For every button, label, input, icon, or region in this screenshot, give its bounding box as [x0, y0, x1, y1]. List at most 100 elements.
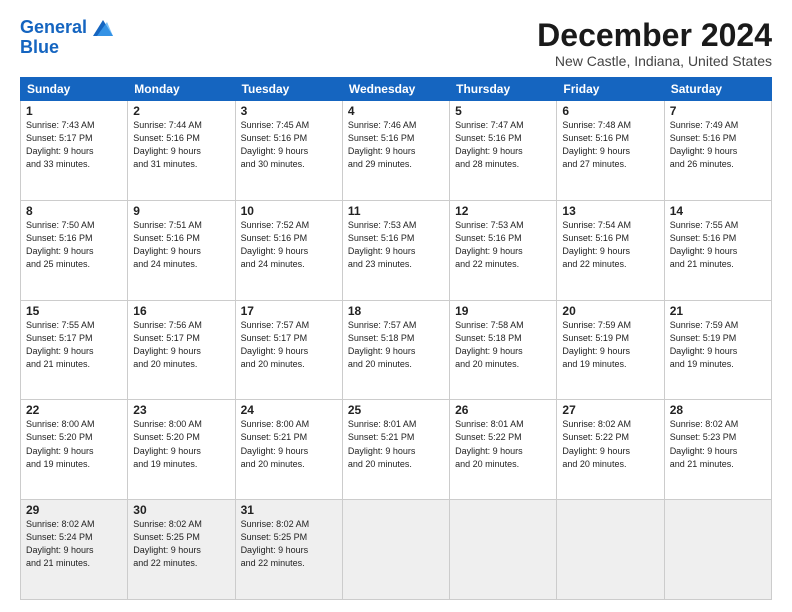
day-info: Sunrise: 7:57 AM Sunset: 5:17 PM Dayligh… — [241, 319, 337, 371]
header: General Blue December 2024 New Castle, I… — [20, 18, 772, 69]
day-number: 16 — [133, 304, 229, 318]
calendar-week-2: 8Sunrise: 7:50 AM Sunset: 5:16 PM Daylig… — [21, 200, 772, 300]
day-info: Sunrise: 7:49 AM Sunset: 5:16 PM Dayligh… — [670, 119, 766, 171]
day-number: 23 — [133, 403, 229, 417]
day-info: Sunrise: 7:47 AM Sunset: 5:16 PM Dayligh… — [455, 119, 551, 171]
calendar-cell: 2Sunrise: 7:44 AM Sunset: 5:16 PM Daylig… — [128, 101, 235, 201]
calendar-table: SundayMondayTuesdayWednesdayThursdayFrid… — [20, 77, 772, 600]
title-block: December 2024 New Castle, Indiana, Unite… — [537, 18, 772, 69]
calendar-cell: 21Sunrise: 7:59 AM Sunset: 5:19 PM Dayli… — [664, 300, 771, 400]
calendar-cell: 22Sunrise: 8:00 AM Sunset: 5:20 PM Dayli… — [21, 400, 128, 500]
logo-icon — [93, 20, 113, 36]
day-number: 4 — [348, 104, 444, 118]
day-info: Sunrise: 7:55 AM Sunset: 5:16 PM Dayligh… — [670, 219, 766, 271]
day-info: Sunrise: 8:02 AM Sunset: 5:25 PM Dayligh… — [133, 518, 229, 570]
calendar-cell: 9Sunrise: 7:51 AM Sunset: 5:16 PM Daylig… — [128, 200, 235, 300]
day-number: 24 — [241, 403, 337, 417]
day-info: Sunrise: 7:43 AM Sunset: 5:17 PM Dayligh… — [26, 119, 122, 171]
calendar-cell: 15Sunrise: 7:55 AM Sunset: 5:17 PM Dayli… — [21, 300, 128, 400]
day-info: Sunrise: 7:45 AM Sunset: 5:16 PM Dayligh… — [241, 119, 337, 171]
day-number: 27 — [562, 403, 658, 417]
calendar-cell: 12Sunrise: 7:53 AM Sunset: 5:16 PM Dayli… — [450, 200, 557, 300]
day-number: 17 — [241, 304, 337, 318]
calendar-cell: 5Sunrise: 7:47 AM Sunset: 5:16 PM Daylig… — [450, 101, 557, 201]
weekday-header-thursday: Thursday — [450, 78, 557, 101]
weekday-header-friday: Friday — [557, 78, 664, 101]
month-title: December 2024 — [537, 18, 772, 53]
day-number: 28 — [670, 403, 766, 417]
calendar-body: 1Sunrise: 7:43 AM Sunset: 5:17 PM Daylig… — [21, 101, 772, 600]
calendar-cell: 17Sunrise: 7:57 AM Sunset: 5:17 PM Dayli… — [235, 300, 342, 400]
calendar-cell: 8Sunrise: 7:50 AM Sunset: 5:16 PM Daylig… — [21, 200, 128, 300]
day-info: Sunrise: 7:52 AM Sunset: 5:16 PM Dayligh… — [241, 219, 337, 271]
calendar-cell: 3Sunrise: 7:45 AM Sunset: 5:16 PM Daylig… — [235, 101, 342, 201]
calendar-cell: 28Sunrise: 8:02 AM Sunset: 5:23 PM Dayli… — [664, 400, 771, 500]
day-info: Sunrise: 7:54 AM Sunset: 5:16 PM Dayligh… — [562, 219, 658, 271]
calendar-cell — [557, 500, 664, 600]
calendar-cell: 7Sunrise: 7:49 AM Sunset: 5:16 PM Daylig… — [664, 101, 771, 201]
calendar-cell: 30Sunrise: 8:02 AM Sunset: 5:25 PM Dayli… — [128, 500, 235, 600]
logo-blue: Blue — [20, 38, 59, 56]
day-number: 18 — [348, 304, 444, 318]
calendar-cell: 13Sunrise: 7:54 AM Sunset: 5:16 PM Dayli… — [557, 200, 664, 300]
day-number: 9 — [133, 204, 229, 218]
day-info: Sunrise: 7:48 AM Sunset: 5:16 PM Dayligh… — [562, 119, 658, 171]
calendar-cell: 25Sunrise: 8:01 AM Sunset: 5:21 PM Dayli… — [342, 400, 449, 500]
day-info: Sunrise: 7:59 AM Sunset: 5:19 PM Dayligh… — [562, 319, 658, 371]
day-info: Sunrise: 7:59 AM Sunset: 5:19 PM Dayligh… — [670, 319, 766, 371]
day-info: Sunrise: 8:02 AM Sunset: 5:25 PM Dayligh… — [241, 518, 337, 570]
calendar-cell: 26Sunrise: 8:01 AM Sunset: 5:22 PM Dayli… — [450, 400, 557, 500]
calendar-cell: 1Sunrise: 7:43 AM Sunset: 5:17 PM Daylig… — [21, 101, 128, 201]
day-info: Sunrise: 7:57 AM Sunset: 5:18 PM Dayligh… — [348, 319, 444, 371]
calendar-cell — [450, 500, 557, 600]
page: General Blue December 2024 New Castle, I… — [0, 0, 792, 612]
day-info: Sunrise: 7:50 AM Sunset: 5:16 PM Dayligh… — [26, 219, 122, 271]
calendar-week-4: 22Sunrise: 8:00 AM Sunset: 5:20 PM Dayli… — [21, 400, 772, 500]
day-number: 11 — [348, 204, 444, 218]
calendar-week-3: 15Sunrise: 7:55 AM Sunset: 5:17 PM Dayli… — [21, 300, 772, 400]
day-number: 29 — [26, 503, 122, 517]
day-number: 25 — [348, 403, 444, 417]
day-info: Sunrise: 7:53 AM Sunset: 5:16 PM Dayligh… — [348, 219, 444, 271]
weekday-header-monday: Monday — [128, 78, 235, 101]
day-number: 6 — [562, 104, 658, 118]
location: New Castle, Indiana, United States — [537, 53, 772, 69]
calendar-cell: 31Sunrise: 8:02 AM Sunset: 5:25 PM Dayli… — [235, 500, 342, 600]
day-info: Sunrise: 8:02 AM Sunset: 5:22 PM Dayligh… — [562, 418, 658, 470]
day-number: 19 — [455, 304, 551, 318]
day-number: 10 — [241, 204, 337, 218]
day-number: 20 — [562, 304, 658, 318]
calendar-cell: 10Sunrise: 7:52 AM Sunset: 5:16 PM Dayli… — [235, 200, 342, 300]
day-info: Sunrise: 8:02 AM Sunset: 5:23 PM Dayligh… — [670, 418, 766, 470]
day-number: 26 — [455, 403, 551, 417]
day-info: Sunrise: 7:58 AM Sunset: 5:18 PM Dayligh… — [455, 319, 551, 371]
logo: General Blue — [20, 18, 114, 56]
calendar-cell: 16Sunrise: 7:56 AM Sunset: 5:17 PM Dayli… — [128, 300, 235, 400]
calendar-cell: 29Sunrise: 8:02 AM Sunset: 5:24 PM Dayli… — [21, 500, 128, 600]
calendar-cell — [342, 500, 449, 600]
calendar-cell: 18Sunrise: 7:57 AM Sunset: 5:18 PM Dayli… — [342, 300, 449, 400]
day-number: 14 — [670, 204, 766, 218]
day-number: 13 — [562, 204, 658, 218]
calendar-cell: 11Sunrise: 7:53 AM Sunset: 5:16 PM Dayli… — [342, 200, 449, 300]
day-info: Sunrise: 8:00 AM Sunset: 5:20 PM Dayligh… — [26, 418, 122, 470]
day-info: Sunrise: 7:44 AM Sunset: 5:16 PM Dayligh… — [133, 119, 229, 171]
calendar-cell: 4Sunrise: 7:46 AM Sunset: 5:16 PM Daylig… — [342, 101, 449, 201]
weekday-header-saturday: Saturday — [664, 78, 771, 101]
calendar-cell: 6Sunrise: 7:48 AM Sunset: 5:16 PM Daylig… — [557, 101, 664, 201]
weekday-header-wednesday: Wednesday — [342, 78, 449, 101]
day-number: 31 — [241, 503, 337, 517]
calendar-cell: 14Sunrise: 7:55 AM Sunset: 5:16 PM Dayli… — [664, 200, 771, 300]
calendar-header-row: SundayMondayTuesdayWednesdayThursdayFrid… — [21, 78, 772, 101]
day-number: 1 — [26, 104, 122, 118]
day-info: Sunrise: 8:00 AM Sunset: 5:20 PM Dayligh… — [133, 418, 229, 470]
day-number: 5 — [455, 104, 551, 118]
calendar-week-5: 29Sunrise: 8:02 AM Sunset: 5:24 PM Dayli… — [21, 500, 772, 600]
day-number: 15 — [26, 304, 122, 318]
weekday-header-tuesday: Tuesday — [235, 78, 342, 101]
day-number: 3 — [241, 104, 337, 118]
calendar-cell — [664, 500, 771, 600]
day-number: 2 — [133, 104, 229, 118]
day-number: 22 — [26, 403, 122, 417]
weekday-header-sunday: Sunday — [21, 78, 128, 101]
